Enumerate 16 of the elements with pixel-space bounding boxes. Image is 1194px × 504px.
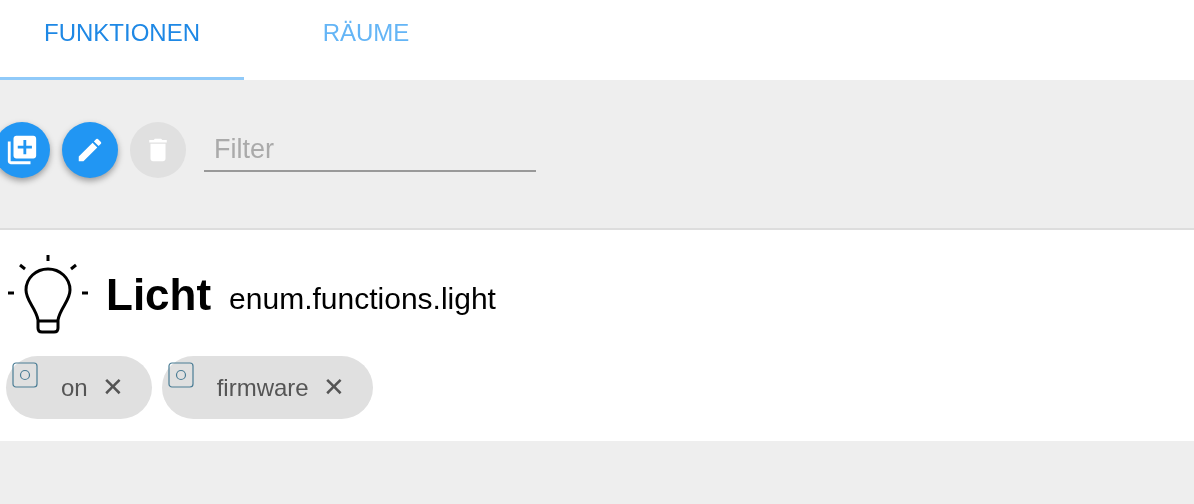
member-chip[interactable]: firmware ✕ bbox=[161, 356, 373, 419]
filter-field[interactable]: Filter bbox=[204, 128, 536, 172]
tab[interactable]: FUNKTIONEN bbox=[0, 0, 244, 80]
add-button[interactable] bbox=[0, 122, 50, 178]
edit-button[interactable] bbox=[62, 122, 118, 178]
close-button[interactable]: ✕ bbox=[101, 368, 124, 407]
enum-id: enum.functions.light bbox=[229, 280, 496, 317]
light-bulb-icon bbox=[6, 253, 90, 337]
state-icon bbox=[167, 362, 194, 388]
chip-label: firmware bbox=[216, 372, 309, 403]
chip-label: on bbox=[61, 372, 88, 403]
member-chip[interactable]: on ✕ bbox=[6, 356, 152, 419]
state-icon bbox=[12, 362, 38, 388]
add-copy-icon bbox=[5, 133, 39, 167]
enum-name: Licht bbox=[106, 269, 212, 321]
close-button[interactable]: ✕ bbox=[322, 368, 345, 407]
